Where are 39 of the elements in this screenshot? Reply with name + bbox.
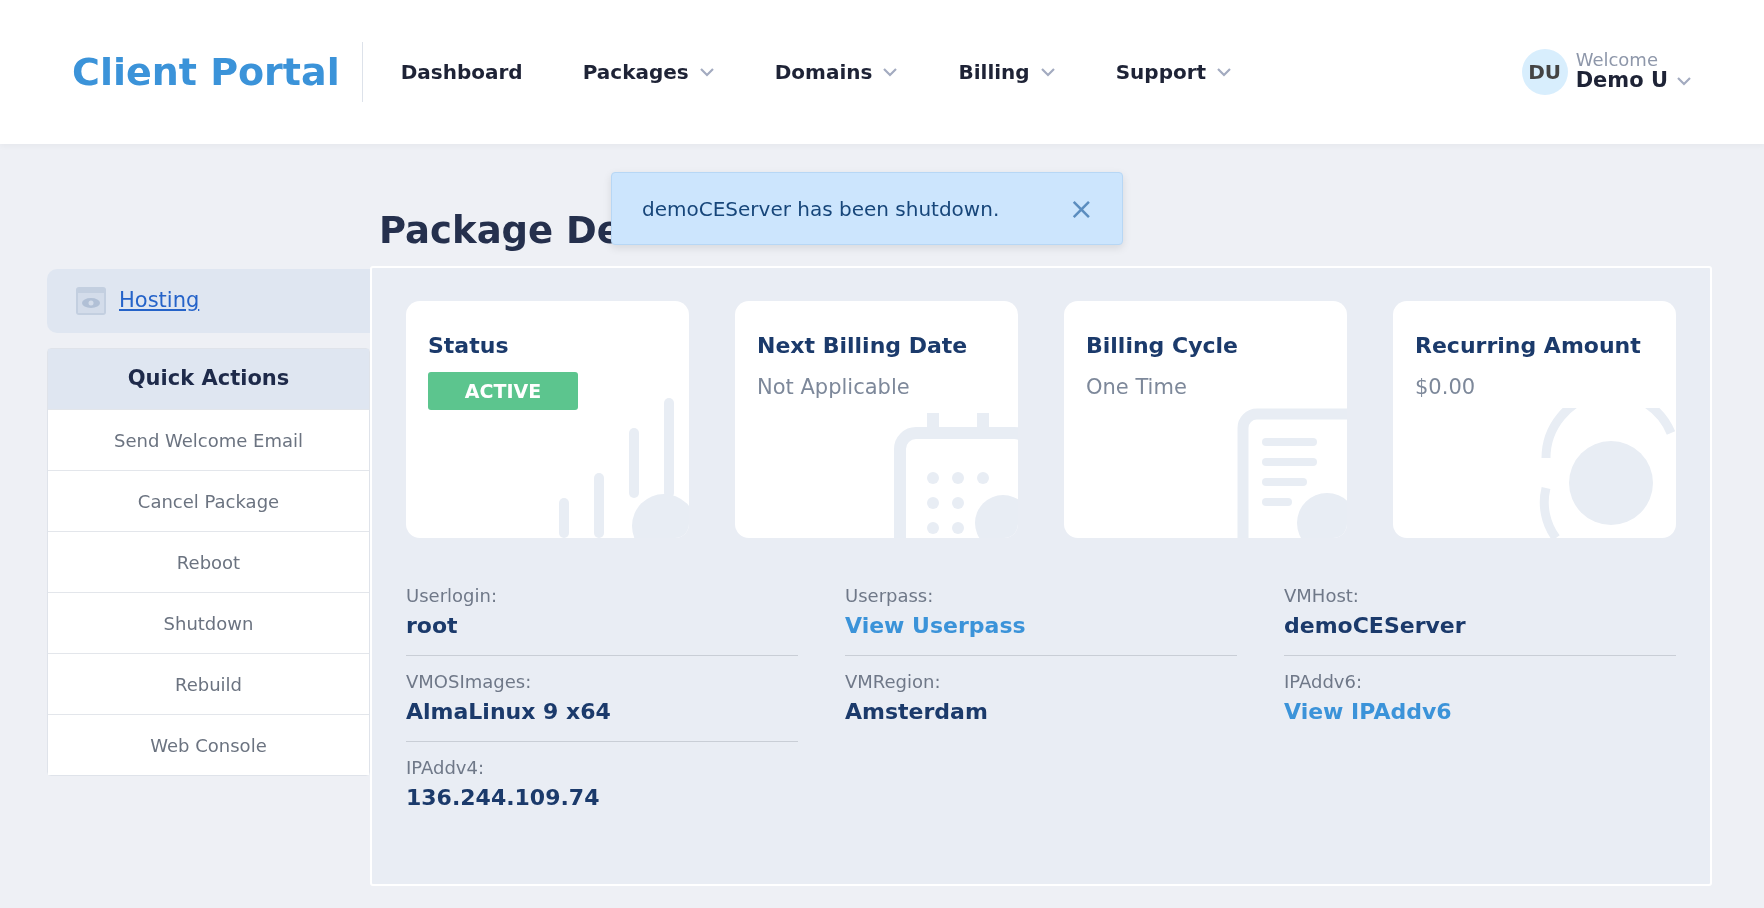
field-value: 136.244.109.74	[406, 784, 601, 812]
close-button[interactable]: ×	[1068, 193, 1094, 224]
chevron-down-icon	[1676, 76, 1692, 86]
field-label: IPAddv6:	[1284, 670, 1364, 694]
field-value: demoCEServer	[1284, 612, 1467, 640]
user-avatar[interactable]: DU	[1521, 49, 1568, 95]
hosting-link[interactable]: Hosting	[119, 285, 200, 317]
nav-link[interactable]: Domains	[744, 57, 929, 87]
field-label: VMRegion:	[845, 670, 942, 694]
card-title: Next Billing Date	[757, 332, 969, 360]
field-label: Userpass:	[845, 584, 935, 608]
field-link[interactable]: View IPAddv6	[1284, 699, 1452, 724]
card-value: Not Applicable	[757, 374, 911, 401]
brand-logo[interactable]: Client Portal	[72, 42, 363, 102]
quick-action-item[interactable]: Web Console	[48, 714, 369, 775]
toast-message: demoCEServer has been shutdown.	[642, 195, 1000, 223]
field-label: IPAddv4:	[406, 756, 486, 780]
window-eye-icon	[75, 286, 107, 316]
chart-icon	[559, 398, 689, 538]
field-label: VMOSImages:	[406, 670, 533, 694]
field-label: VMHost:	[1284, 584, 1360, 608]
welcome-label: Welcome	[1575, 51, 1659, 70]
field-link[interactable]: View Userpass	[845, 613, 1026, 638]
card-value: One Time	[1086, 374, 1188, 401]
card-value: $0.00	[1415, 374, 1477, 401]
card-title: Recurring Amount	[1415, 332, 1642, 360]
user-menu[interactable]: Demo U	[1575, 69, 1668, 93]
field-value: root	[406, 612, 459, 640]
status-badge: ACTIVE	[428, 372, 578, 410]
field-value: AlmaLinux 9 x64	[406, 698, 612, 726]
nav-link[interactable]: Billing	[928, 57, 1086, 87]
nav-link[interactable]: Support	[1085, 57, 1263, 87]
field-value: Amsterdam	[845, 698, 989, 726]
card-title: Billing Cycle	[1086, 332, 1239, 360]
nav-link[interactable]: Dashboard	[370, 57, 553, 87]
nav-link[interactable]: Packages	[552, 57, 745, 87]
quick-actions-header: Quick Actions	[48, 349, 369, 409]
card-title: Status	[428, 332, 510, 360]
field-label: Userlogin:	[406, 584, 498, 608]
